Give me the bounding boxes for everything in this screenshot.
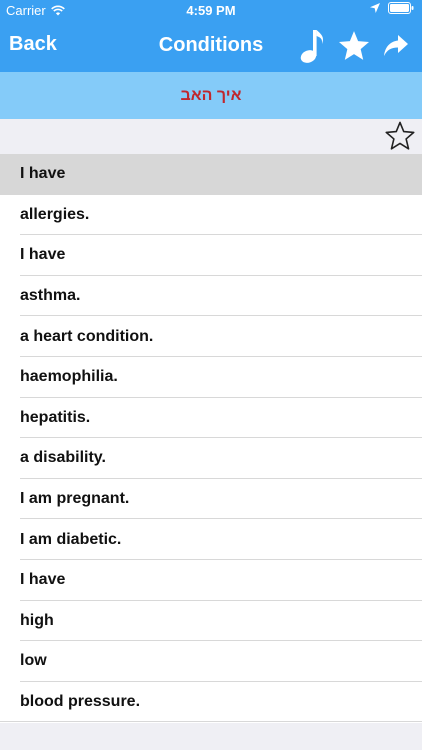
battery-icon — [388, 2, 414, 14]
list-item[interactable]: haemophilia. — [0, 357, 422, 398]
share-button[interactable] — [378, 28, 414, 64]
list-footer — [0, 723, 422, 750]
share-arrow-icon — [384, 35, 408, 56]
list-item[interactable]: I am pregnant. — [0, 479, 422, 520]
star-outline-icon[interactable] — [384, 120, 416, 152]
back-button[interactable]: Back — [9, 33, 57, 56]
favorites-button[interactable] — [336, 28, 372, 64]
list-item[interactable]: asthma. — [0, 276, 422, 317]
music-button[interactable] — [294, 28, 330, 64]
clock: 4:59 PM — [186, 3, 236, 18]
list-item[interactable]: a heart condition. — [0, 316, 422, 357]
status-right — [370, 2, 414, 14]
list-item[interactable]: I have — [0, 560, 422, 601]
phrase-list: I have allergies. I have asthma. a heart… — [0, 154, 422, 722]
music-note-icon — [300, 30, 324, 63]
list-item[interactable]: allergies. — [0, 195, 422, 236]
star-filled-icon — [338, 31, 370, 60]
location-arrow-icon — [370, 3, 380, 13]
favorite-row — [0, 119, 422, 154]
list-item[interactable]: I am diabetic. — [0, 519, 422, 560]
list-item[interactable]: I have — [0, 235, 422, 276]
list-item[interactable]: a disability. — [0, 438, 422, 479]
nav-actions — [294, 28, 414, 64]
translation-banner: איך האב — [0, 72, 422, 119]
list-item[interactable]: low — [0, 641, 422, 682]
banner-text: איך האב — [180, 86, 242, 104]
navigation-bar: Back Conditions — [0, 20, 422, 72]
list-item[interactable]: blood pressure. — [0, 682, 422, 723]
list-item-selected[interactable]: I have — [0, 154, 422, 195]
list-item[interactable]: hepatitis. — [0, 398, 422, 439]
list-item[interactable]: high — [0, 601, 422, 642]
status-bar: Carrier 4:59 PM — [0, 0, 422, 20]
